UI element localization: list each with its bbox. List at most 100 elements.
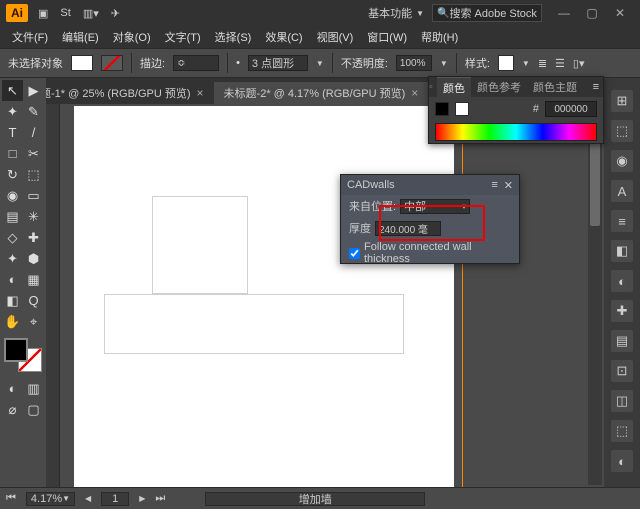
- color-tab[interactable]: 颜色: [437, 77, 471, 97]
- color-spectrum[interactable]: [435, 123, 597, 141]
- graph-tool[interactable]: ◐: [2, 269, 23, 290]
- opacity-input[interactable]: 100%: [396, 55, 432, 71]
- gradient-tool[interactable]: ◇: [2, 227, 23, 248]
- eyedropper-tool[interactable]: ✚: [23, 227, 44, 248]
- stroke-width-input[interactable]: ≎: [173, 55, 219, 71]
- dock-layers-icon[interactable]: ◐: [611, 450, 633, 472]
- color-guide-tab[interactable]: 颜色参考: [471, 77, 527, 97]
- maximize-button[interactable]: ▢: [578, 3, 606, 23]
- scale-tool[interactable]: ⬚: [23, 164, 44, 185]
- menu-edit[interactable]: 编辑(E): [56, 26, 105, 48]
- dock-char-icon[interactable]: A: [611, 180, 633, 202]
- workarea: [46, 104, 604, 487]
- cad-title: CADwalls: [347, 179, 395, 191]
- menu-type[interactable]: 文字(T): [159, 26, 207, 48]
- close-tab-icon[interactable]: ×: [197, 86, 204, 100]
- canvas[interactable]: [74, 106, 454, 506]
- menu-file[interactable]: 文件(F): [6, 26, 54, 48]
- color-mode-icon[interactable]: ◐: [2, 378, 23, 399]
- dock-symbols-icon[interactable]: ✚: [611, 300, 633, 322]
- mesh-tool[interactable]: ✳: [23, 206, 44, 227]
- menu-help[interactable]: 帮助(H): [415, 26, 464, 48]
- screen-mode-icon[interactable]: ▢: [23, 399, 44, 420]
- symbol-tool[interactable]: ⬢: [23, 248, 44, 269]
- menu-view[interactable]: 视图(V): [311, 26, 360, 48]
- menu-select[interactable]: 选择(S): [209, 26, 258, 48]
- magic-wand-tool[interactable]: ✦: [2, 101, 23, 122]
- pen-tool[interactable]: ✎: [23, 101, 44, 122]
- panel-menu-icon[interactable]: ≡: [589, 81, 603, 93]
- artboard-tool[interactable]: ▦: [23, 269, 44, 290]
- hand-tool[interactable]: ✋: [2, 311, 23, 332]
- scissors-tool[interactable]: ✂: [23, 143, 44, 164]
- style-swatch[interactable]: [498, 55, 514, 71]
- dock-stroke-icon[interactable]: ▤: [611, 330, 633, 352]
- dock-color-icon[interactable]: ◉: [611, 150, 633, 172]
- direct-select-tool[interactable]: ▶: [23, 80, 44, 101]
- minimize-button[interactable]: —: [550, 3, 578, 23]
- stroke-swatch[interactable]: [101, 55, 123, 71]
- color-themes-tab[interactable]: 颜色主题: [527, 77, 583, 97]
- zoom-display[interactable]: 4.17% ▼: [26, 492, 75, 506]
- page-prev-icon[interactable]: ◀: [85, 494, 91, 503]
- dock-appearance-icon[interactable]: ⬚: [611, 420, 633, 442]
- rotate-tool[interactable]: ↻: [2, 164, 23, 185]
- shapebuilder-tool[interactable]: ▭: [23, 185, 44, 206]
- stock-icon[interactable]: St: [60, 7, 70, 20]
- line-tool[interactable]: /: [23, 122, 44, 143]
- print-tiling-tool[interactable]: ⌖: [23, 311, 44, 332]
- page-last-icon[interactable]: ⏭: [155, 492, 165, 505]
- stroke-preview[interactable]: [455, 102, 469, 116]
- close-button[interactable]: ✕: [606, 3, 634, 23]
- workspace-switcher[interactable]: 基本功能 ▼: [368, 5, 424, 21]
- cad-thickness-label: 厚度: [349, 220, 371, 236]
- slice-tool[interactable]: ◧: [2, 290, 23, 311]
- close-tab-icon[interactable]: ×: [411, 86, 418, 100]
- fill-stroke-swatch[interactable]: [4, 338, 42, 372]
- gradient-mode-icon[interactable]: ▥: [23, 378, 44, 399]
- document-tab-2[interactable]: 未标题-2* @ 4.17% (RGB/GPU 预览)×: [214, 82, 429, 104]
- stock-search[interactable]: 🔍 搜索 Adobe Stock: [432, 4, 542, 22]
- guide-vertical[interactable]: [462, 106, 463, 506]
- dock-para-icon[interactable]: ≡: [611, 210, 633, 232]
- arrange-icon[interactable]: ▥▾: [83, 7, 99, 20]
- menu-effect[interactable]: 效果(C): [259, 26, 308, 48]
- gpu-icon[interactable]: ✈: [111, 7, 120, 20]
- doc-setup-icon[interactable]: ≣: [538, 57, 547, 70]
- cad-thickness-input[interactable]: 240.000 毫: [375, 221, 441, 236]
- width-tool[interactable]: ◉: [2, 185, 23, 206]
- type-tool[interactable]: T: [2, 122, 23, 143]
- fill-preview[interactable]: [435, 102, 449, 116]
- hex-hash: #: [533, 103, 539, 115]
- dock-gradient-icon[interactable]: ⊡: [611, 360, 633, 382]
- fill-swatch[interactable]: [71, 55, 93, 71]
- cad-follow-checkbox[interactable]: Follow connected wall thickness: [341, 239, 519, 267]
- rectangle-tool[interactable]: □: [2, 143, 23, 164]
- cad-from-dropdown[interactable]: 中部▾: [400, 199, 470, 214]
- dock-libraries-icon[interactable]: ⊞: [611, 90, 633, 112]
- playback-first-icon[interactable]: ⏮: [6, 492, 16, 505]
- artboard-number[interactable]: 1: [101, 492, 129, 506]
- scrollbar-vertical[interactable]: [588, 106, 602, 485]
- panel-collapse-icon[interactable]: ≡: [491, 179, 497, 192]
- align-icon[interactable]: ▯▾: [573, 57, 585, 70]
- zoom-tool[interactable]: Q: [23, 290, 44, 311]
- scroll-thumb[interactable]: [590, 136, 600, 226]
- dock-properties-icon[interactable]: ⬚: [611, 120, 633, 142]
- none-mode-icon[interactable]: ⌀: [2, 399, 23, 420]
- blend-tool[interactable]: ✦: [2, 248, 23, 269]
- menu-window[interactable]: 窗口(W): [361, 26, 413, 48]
- dock-brushes-icon[interactable]: ◐: [611, 270, 633, 292]
- hex-input[interactable]: [545, 101, 597, 117]
- bridge-icon[interactable]: ▣: [38, 7, 48, 20]
- dock-transparency-icon[interactable]: ◫: [611, 390, 633, 412]
- page-next-icon[interactable]: ▶: [139, 494, 145, 503]
- panel-close-icon[interactable]: ✕: [504, 179, 513, 192]
- selection-tool[interactable]: ↖: [2, 80, 23, 101]
- prefs-icon[interactable]: ☰: [555, 57, 565, 70]
- cad-follow-check[interactable]: [349, 248, 360, 259]
- dock-swatches-icon[interactable]: ◧: [611, 240, 633, 262]
- perspective-tool[interactable]: ▤: [2, 206, 23, 227]
- menu-object[interactable]: 对象(O): [107, 26, 157, 48]
- brush-profile-dd[interactable]: 3 点圆形: [248, 55, 308, 71]
